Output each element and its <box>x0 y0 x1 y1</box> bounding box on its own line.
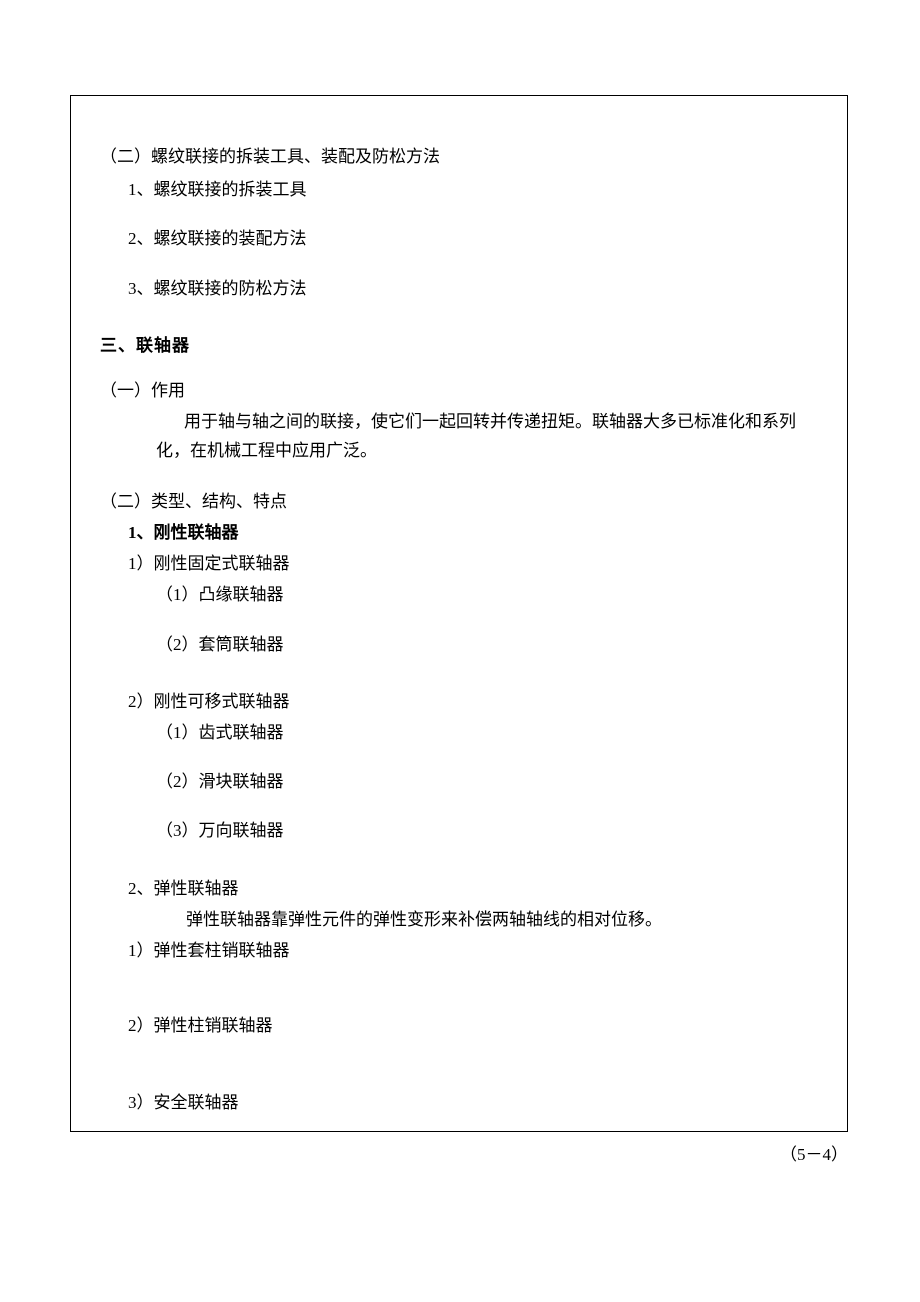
document-content: （二）螺纹联接的拆装工具、装配及防松方法 1、螺纹联接的拆装工具 2、螺纹联接的… <box>70 95 850 1151</box>
list-item: （3）万向联轴器 <box>100 817 820 844</box>
group-1-title: 1、刚性联轴器 <box>100 519 820 546</box>
list-item: （2）滑块联轴器 <box>100 768 820 795</box>
list-item: （1）凸缘联轴器 <box>100 581 820 608</box>
list-item: 3、螺纹联接的防松方法 <box>100 275 820 302</box>
list-item: 1）弹性套柱销联轴器 <box>100 937 820 964</box>
subsection-2-heading: （二）类型、结构、特点 <box>100 488 820 515</box>
body-text: 弹性联轴器靠弹性元件的弹性变形来补偿两轴轴线的相对位移。 <box>100 906 820 933</box>
subsection-1-heading: （一）作用 <box>100 377 820 404</box>
section-2-heading: （二）螺纹联接的拆装工具、装配及防松方法 <box>100 143 820 170</box>
section-3-heading: 三、联轴器 <box>100 332 820 359</box>
subgroup-b-title: 2）刚性可移式联轴器 <box>100 688 820 715</box>
list-item: 1、螺纹联接的拆装工具 <box>100 176 820 203</box>
group-2-title: 2、弹性联轴器 <box>100 875 820 902</box>
list-item: （1）齿式联轴器 <box>100 719 820 746</box>
body-text: 用于轴与轴之间的联接，使它们一起回转并传递扭矩。联轴器大多已标准化和系列化，在机… <box>100 408 820 466</box>
subgroup-a-title: 1）刚性固定式联轴器 <box>100 550 820 577</box>
list-item: 3）安全联轴器 <box>100 1089 820 1116</box>
list-item: （2）套筒联轴器 <box>100 631 820 658</box>
list-item: 2、螺纹联接的装配方法 <box>100 225 820 252</box>
list-item: 2）弹性柱销联轴器 <box>100 1012 820 1039</box>
page-number: （5－4） <box>780 1140 848 1165</box>
